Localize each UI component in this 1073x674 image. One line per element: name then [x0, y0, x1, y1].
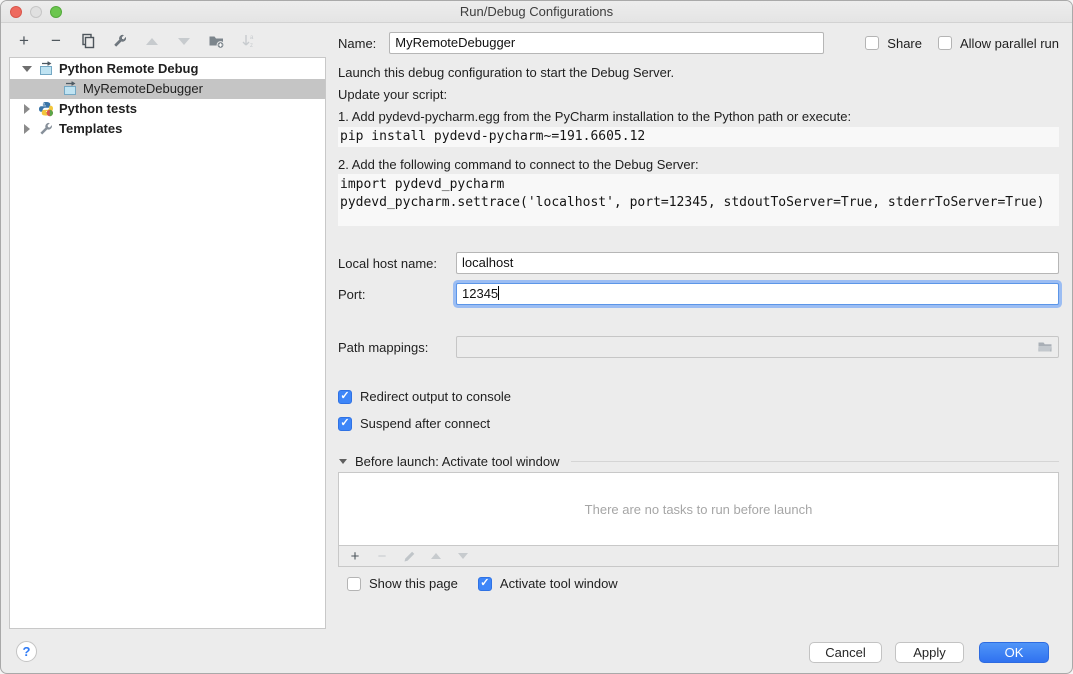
add-configuration-icon[interactable]: + — [15, 32, 33, 50]
allow-parallel-run-checkbox[interactable] — [938, 36, 952, 50]
move-up-icon — [143, 32, 161, 50]
path-mappings-label: Path mappings: — [338, 340, 456, 355]
tree-item-templates[interactable]: Templates — [10, 119, 325, 139]
before-launch-collapse-icon[interactable] — [338, 459, 348, 464]
expand-arrow-icon[interactable] — [20, 104, 34, 114]
edit-task-pencil-icon — [402, 549, 416, 563]
traffic-lights — [10, 6, 62, 18]
show-this-page-checkbox[interactable] — [347, 577, 361, 591]
show-this-page-label: Show this page — [369, 576, 458, 591]
configurations-tree: Python Remote Debug MyRemoteDebugger — [9, 57, 326, 629]
svg-text:a: a — [250, 35, 254, 41]
local-host-name-label: Local host name: — [338, 256, 456, 271]
configurations-toolbar: + − az — [15, 29, 257, 53]
remove-configuration-icon[interactable]: − — [47, 32, 65, 50]
before-launch-title: Before launch: Activate tool window — [355, 454, 560, 469]
settrace-code-line-2: pydevd_pycharm.settrace('localhost', por… — [340, 194, 1059, 212]
settrace-code-line-1: import pydevd_pycharm — [340, 176, 1059, 194]
text-caret — [498, 286, 499, 300]
suspend-after-connect-label: Suspend after connect — [360, 416, 490, 431]
help-button[interactable]: ? — [16, 641, 37, 662]
copy-configuration-icon[interactable] — [79, 32, 97, 50]
allow-parallel-run-label: Allow parallel run — [960, 36, 1059, 51]
new-folder-icon[interactable] — [207, 32, 225, 50]
no-tasks-message: There are no tasks to run before launch — [585, 502, 813, 517]
run-debug-configurations-dialog: Run/Debug Configurations + − az — [0, 0, 1073, 674]
tree-item-python-tests[interactable]: Python tests — [10, 99, 325, 119]
add-task-icon[interactable]: + — [348, 549, 362, 563]
before-launch-task-list[interactable]: There are no tasks to run before launch — [338, 472, 1059, 546]
python-tests-icon — [38, 101, 54, 117]
close-button[interactable] — [10, 6, 22, 18]
run-config-icon — [62, 81, 78, 97]
activate-tool-window-label: Activate tool window — [500, 576, 618, 591]
local-host-name-input[interactable]: localhost — [456, 252, 1059, 274]
settrace-code-block: import pydevd_pycharm pydevd_pycharm.set… — [338, 174, 1059, 226]
instruction-step-2: 2. Add the following command to connect … — [338, 157, 699, 172]
tree-item-label: Python Remote Debug — [59, 59, 198, 79]
titlebar[interactable]: Run/Debug Configurations — [1, 1, 1072, 23]
pip-install-code: pip install pydevd-pycharm~=191.6605.12 — [338, 127, 1059, 147]
window-title: Run/Debug Configurations — [1, 1, 1072, 22]
sort-alphabetically-icon: az — [239, 32, 257, 50]
expand-arrow-icon[interactable] — [20, 124, 34, 134]
before-launch-toolbar: + − — [338, 546, 1059, 567]
instruction-step-1: 1. Add pydevd-pycharm.egg from the PyCha… — [338, 109, 851, 124]
apply-button[interactable]: Apply — [895, 642, 964, 663]
cancel-button[interactable]: Cancel — [809, 642, 882, 663]
minimize-button — [30, 6, 42, 18]
tree-item-label: Python tests — [59, 99, 137, 119]
port-label: Port: — [338, 287, 456, 302]
move-task-up-icon — [429, 549, 443, 563]
instruction-line-1: Launch this debug configuration to start… — [338, 65, 674, 80]
activate-tool-window-checkbox[interactable] — [478, 577, 492, 591]
before-launch-separator — [571, 461, 1059, 462]
move-down-icon — [175, 32, 193, 50]
ok-button[interactable]: OK — [979, 642, 1049, 663]
port-input[interactable]: 12345 — [456, 283, 1059, 305]
wrench-icon — [38, 121, 54, 137]
edit-defaults-wrench-icon[interactable] — [111, 32, 129, 50]
run-config-icon — [38, 61, 54, 77]
browse-folder-icon[interactable] — [1037, 340, 1053, 354]
move-task-down-icon — [456, 549, 470, 563]
svg-text:z: z — [250, 43, 253, 49]
suspend-after-connect-checkbox[interactable] — [338, 417, 352, 431]
zoom-button[interactable] — [50, 6, 62, 18]
collapse-arrow-icon[interactable] — [20, 66, 34, 72]
name-label: Name: — [338, 36, 376, 51]
redirect-output-label: Redirect output to console — [360, 389, 511, 404]
redirect-output-checkbox[interactable] — [338, 390, 352, 404]
share-label: Share — [887, 36, 922, 51]
share-checkbox[interactable] — [865, 36, 879, 50]
tree-item-myremotedebugger[interactable]: MyRemoteDebugger — [10, 79, 325, 99]
remove-task-icon: − — [375, 549, 389, 563]
tree-item-python-remote-debug[interactable]: Python Remote Debug — [10, 59, 325, 79]
tree-item-label: MyRemoteDebugger — [83, 79, 203, 99]
path-mappings-input[interactable] — [456, 336, 1059, 358]
name-input[interactable]: MyRemoteDebugger — [389, 32, 824, 54]
tree-item-label: Templates — [59, 119, 122, 139]
instruction-line-2: Update your script: — [338, 87, 447, 102]
